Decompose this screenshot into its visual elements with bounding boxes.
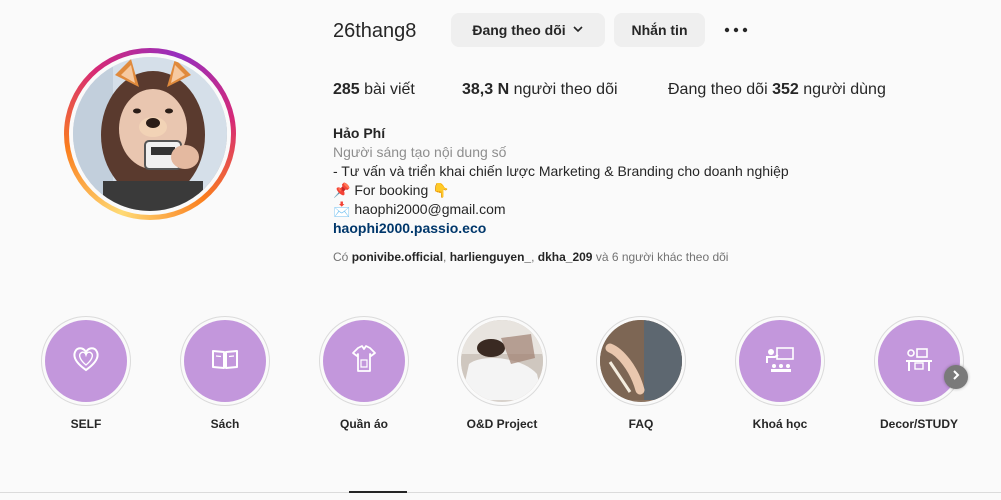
followed-by-user: harlienguyen_ <box>449 250 532 264</box>
followed-by-separator: , <box>443 250 447 264</box>
message-button-label: Nhắn tin <box>631 22 688 38</box>
highlight-sach[interactable]: Sách <box>179 316 271 431</box>
bio-email: haophi2000@gmail.com <box>354 201 506 217</box>
followed-by[interactable]: Có ponivibe.official, harlienguyen_, dkh… <box>333 250 728 264</box>
bio-link[interactable]: haophi2000.passio.eco <box>333 219 789 238</box>
mailbox-icon: 📩 <box>333 201 351 217</box>
posts-count: 285 <box>333 81 360 98</box>
bio-line-1: - Tư vấn và triển khai chiến lược Market… <box>333 163 789 179</box>
following-button-label: Đang theo dõi <box>472 22 566 38</box>
following-button[interactable]: Đang theo dõi <box>451 13 605 47</box>
highlight-label: SELF <box>70 417 102 431</box>
profile-avatar[interactable] <box>64 48 236 220</box>
followed-by-separator: , <box>531 250 535 264</box>
desk-icon <box>903 345 935 378</box>
following-label: người dùng <box>803 81 886 98</box>
following-count: 352 <box>772 81 799 98</box>
followed-by-suffix: và 6 người khác theo dõi <box>595 250 729 264</box>
message-button[interactable]: Nhắn tin <box>614 13 705 47</box>
bio-line-3: 📩 haophi2000@gmail.com <box>333 200 789 219</box>
highlight-photo <box>461 320 543 402</box>
followers-stat[interactable]: 38,3 N người theo dõi <box>462 81 618 99</box>
highlight-khoa-hoc[interactable]: Khoá học <box>734 316 826 431</box>
followed-by-user: ponivibe.official <box>351 250 444 264</box>
full-name: Hảo Phí <box>333 125 386 141</box>
chevron-down-icon <box>572 22 584 38</box>
highlight-self[interactable]: SELF <box>40 316 132 431</box>
highlight-od-project[interactable]: O&D Project <box>456 316 548 431</box>
highlight-label: Decor/STUDY <box>879 417 959 431</box>
avatar-photo <box>73 57 227 211</box>
profile-bio: Hảo Phí Người sáng tạo nội dung số - Tư … <box>333 124 789 238</box>
book-icon <box>210 347 240 376</box>
tabs-divider <box>0 492 1001 493</box>
chevron-right-icon <box>951 368 961 386</box>
highlight-label: Khoá học <box>752 417 808 431</box>
highlight-label: FAQ <box>628 417 654 431</box>
highlight-photo <box>600 320 682 402</box>
profile-username: 26thang8 <box>333 20 417 42</box>
posts-stat: 285 bài viết <box>333 81 415 99</box>
heart-icon <box>71 345 101 378</box>
followed-by-prefix: Có <box>333 250 349 264</box>
more-horizontal-icon[interactable] <box>722 20 750 40</box>
posts-label: bài viết <box>364 81 415 98</box>
highlight-quan-ao[interactable]: Quần áo <box>318 316 410 431</box>
profile-category: Người sáng tạo nội dung số <box>333 144 507 160</box>
profile-page: 26thang8 Đang theo dõi Nhắn tin 285 bài … <box>0 0 1001 500</box>
active-tab-indicator <box>349 491 407 493</box>
highlight-label: Quần áo <box>339 417 388 431</box>
clothes-icon <box>349 344 379 379</box>
followers-count: 38,3 N <box>462 81 510 98</box>
following-prefix: Đang theo dõi <box>668 81 768 98</box>
highlight-label: O&D Project <box>466 417 538 431</box>
following-stat[interactable]: Đang theo dõi 352 người dùng <box>668 81 886 99</box>
followers-label: người theo dõi <box>513 81 618 98</box>
followed-by-user: dkha_209 <box>537 250 593 264</box>
teacher-icon <box>764 345 796 378</box>
bio-line-2-text: For booking <box>354 182 429 198</box>
pointing-down-icon: 👇 <box>432 182 450 198</box>
pushpin-icon: 📌 <box>333 182 351 198</box>
highlight-label: Sách <box>210 417 240 431</box>
highlights-next-button[interactable] <box>944 365 968 389</box>
highlight-faq[interactable]: FAQ <box>595 316 687 431</box>
bio-line-2: 📌 For booking 👇 <box>333 181 789 200</box>
